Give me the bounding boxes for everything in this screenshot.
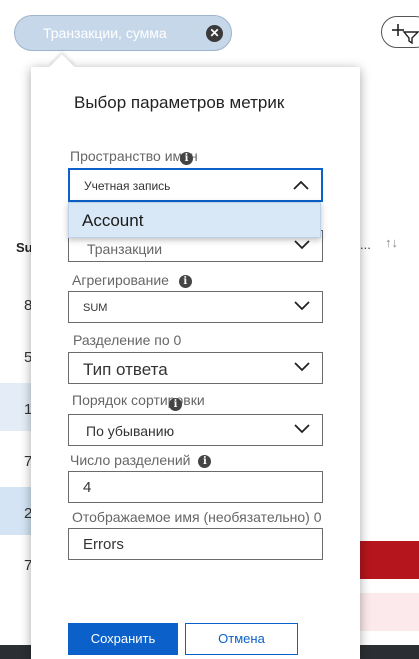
chevron-up-icon [293,180,309,190]
chevron-down-icon [294,301,310,311]
table-row[interactable]: 7 [0,435,32,483]
dropdown-option-account[interactable]: Account [82,211,143,231]
table-row[interactable]: 2 [0,487,32,535]
table-right-column: ... ↑↓ [360,125,419,645]
display-name-label: Отображаемое имя (необязательно) 0 [72,509,322,525]
namespace-label-text: Пространство имен [70,148,198,164]
namespace-value: Учетная запись [84,179,171,193]
cancel-button[interactable]: Отмена [185,623,298,655]
info-icon[interactable]: i [180,152,193,165]
split-count-label-text: Число разделений [70,452,191,468]
info-icon[interactable]: i [178,275,192,288]
split-by-value: Тип ответа [83,360,168,379]
chevron-down-icon [294,424,310,434]
chevron-down-icon [294,362,310,372]
sort-order-value: По убыванию [86,423,175,439]
display-name-value: Errors [83,536,124,553]
table-row[interactable]: 8 [0,279,32,327]
sort-order-label: Порядок сортировки i [72,392,205,411]
aggregation-label-text: Агрегирование [72,272,169,288]
namespace-select[interactable]: Учетная запись [68,168,323,202]
more-icon[interactable]: ... [360,237,371,252]
split-by-select[interactable]: Тип ответа [68,352,323,384]
display-name-input[interactable]: Errors [68,528,323,560]
metric-value: Транзакции [87,241,163,257]
table-row[interactable]: 5 [0,331,32,379]
aggregation-value: SUM [83,302,108,314]
aggregation-select[interactable]: SUM [68,291,323,323]
search-placeholder: Транзакции, сумма [43,25,167,41]
chevron-down-icon [294,240,310,250]
sort-order-select[interactable]: По убыванию [68,414,323,446]
clear-icon[interactable]: ✕ [206,25,223,42]
table-row[interactable]: 7 [0,539,32,587]
sort-order-label-text: Порядок сортировки [72,392,205,408]
namespace-label: Пространство имен i [70,148,198,165]
error-bar-light [360,593,419,631]
namespace-dropdown-list: Account [68,202,321,238]
split-count-value: 4 [83,479,92,496]
info-icon[interactable]: i [169,398,182,411]
dialog-title: Выбор параметров метрик [74,93,285,112]
search-pill[interactable]: Транзакции, сумма ✕ [14,15,232,51]
info-icon[interactable]: i [198,455,212,468]
add-filter-button[interactable] [381,16,419,48]
aggregation-label: Агрегирование i [72,272,192,288]
add-filter-icon [392,24,419,44]
sort-icon[interactable]: ↑↓ [385,235,398,250]
save-button[interactable]: Сохранить [68,623,178,655]
error-bar [360,541,419,579]
split-count-label: Число разделений i [70,452,212,468]
table-row[interactable]: 1 [0,383,32,431]
split-by-label: Разделение по 0 [73,332,182,348]
split-count-input[interactable]: 4 [68,471,323,503]
table-left-column: Su 8 5 1 7 2 7 [0,125,33,645]
metric-settings-dialog: Выбор параметров метрик Пространство име… [31,54,360,659]
